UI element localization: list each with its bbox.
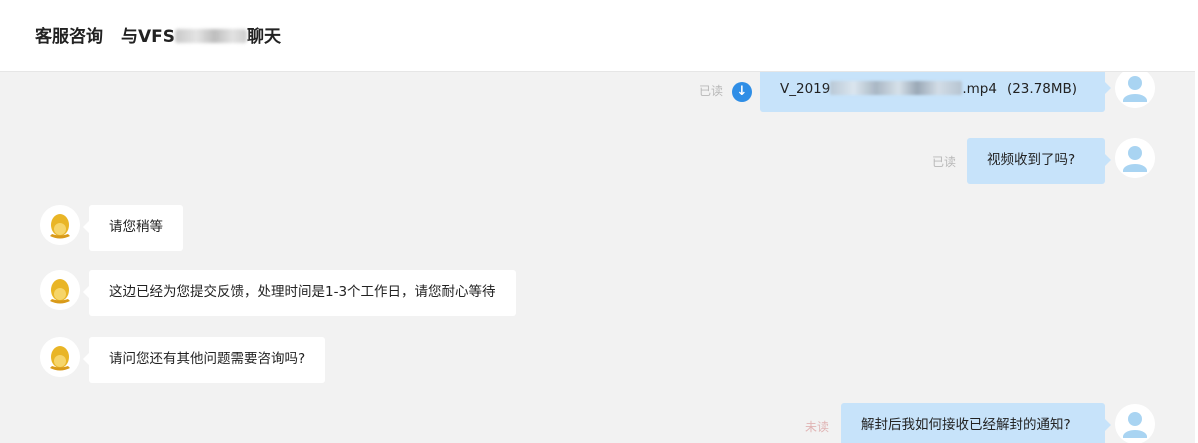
user-avatar-icon[interactable] [1115, 404, 1155, 443]
message-bubble[interactable]: 解封后我如何接收已经解封的通知? [841, 403, 1111, 443]
penguin-avatar-icon[interactable] [40, 337, 80, 377]
redacted-name [175, 28, 248, 43]
penguin-avatar-icon[interactable] [40, 270, 80, 310]
download-icon[interactable]: ↓ [732, 82, 752, 102]
title-main: 客服咨询 [35, 27, 103, 47]
title-prefix: 与VFS [121, 27, 176, 47]
page-title: 客服咨询 与VFS 聊天 [35, 22, 281, 47]
user-avatar-icon[interactable] [1115, 138, 1155, 178]
message-bubble[interactable]: 请问您还有其他问题需要咨询吗? [82, 337, 326, 383]
message-bubble[interactable]: 视频收到了吗? [967, 138, 1111, 184]
redacted-file-name [830, 80, 963, 95]
message-bubble[interactable]: 请您稍等 [83, 205, 183, 251]
read-status: 已读 [932, 155, 957, 169]
message-bubble[interactable]: 这边已经为您提交反馈，处理时间是1-3个工作日，请您耐心等待 [83, 270, 516, 316]
unread-status: 未读 [805, 420, 830, 434]
file-extension: .mp4 [962, 81, 997, 97]
file-size: (23.78MB) [1006, 81, 1078, 97]
read-status: 已读 [699, 84, 724, 98]
message-list[interactable]: 已读 ↓ V_2019 .mp4 (23.78MB) 已读 视频收到了吗? 请您… [0, 72, 1195, 443]
user-avatar-icon[interactable] [1115, 72, 1155, 108]
chat-page: 客服咨询 与VFS 聊天 已读 ↓ V_2019 .mp4 (23.78MB) 已读 视… [0, 0, 1198, 443]
penguin-avatar-icon[interactable] [40, 205, 80, 245]
file-name-prefix: V_2019 [780, 81, 831, 97]
chat-header: 客服咨询 与VFS 聊天 [0, 0, 1198, 72]
file-message-bubble[interactable]: V_2019 .mp4 (23.78MB) [760, 72, 1111, 112]
title-suffix: 聊天 [247, 27, 282, 47]
